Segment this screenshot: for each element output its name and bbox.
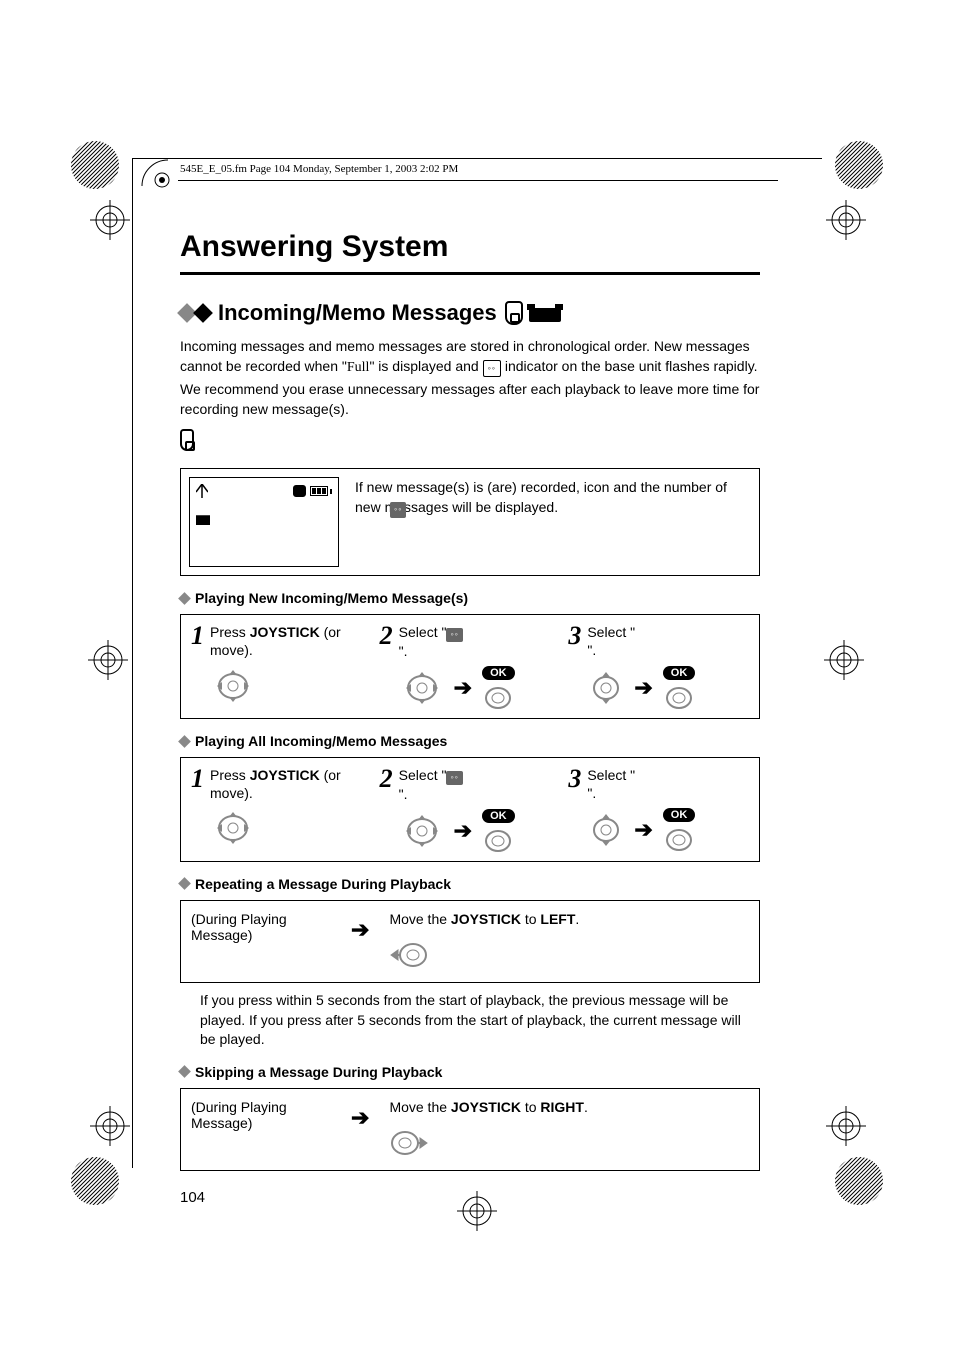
subhead-play-all: Playing All Incoming/Memo Messages: [180, 733, 760, 749]
intro-paragraph: Incoming messages and memo messages are …: [180, 336, 760, 419]
joystick-right-icon: [389, 1129, 429, 1157]
joystick-center-icon: [665, 686, 693, 710]
registration-mark-right-bot: [826, 1106, 866, 1146]
subhead-skip: Skipping a Message During Playback: [180, 1064, 760, 1080]
joystick-icon: [400, 811, 444, 851]
battery-icon: [310, 486, 332, 496]
step2-text: Select "◦◦".: [399, 766, 463, 803]
screen-mockup: [189, 477, 339, 567]
page-title: Answering System: [180, 230, 760, 264]
repeat-instruction: Move the JOYSTICK to LEFT.: [389, 911, 749, 927]
info-box-text: If new message(s) is (are) recorded, ico…: [355, 477, 751, 567]
crop-line-left: [132, 158, 133, 1168]
step3-text: Select "".: [587, 766, 635, 802]
joystick-icon: [400, 668, 444, 708]
tape-icon: ◦◦: [446, 628, 462, 642]
joystick-icon: [211, 808, 255, 848]
step-number-3: 3: [568, 766, 581, 792]
step-number-3: 3: [568, 623, 581, 649]
tape-indicator-icon: ◦◦: [483, 360, 501, 377]
steps-play-new: 1 Press JOYSTICK (or move). 2 Select "◦◦…: [180, 614, 760, 719]
step1-text: Press JOYSTICK (or move).: [210, 766, 372, 802]
arrow-icon: ➔: [351, 1105, 369, 1131]
step1-text: Press JOYSTICK (or move).: [210, 623, 372, 659]
joystick-center-icon: [484, 829, 512, 853]
arrow-icon: ➔: [351, 917, 369, 943]
section-icons: [505, 301, 563, 325]
antenna-icon: [196, 484, 208, 498]
registration-mark-left2: [90, 1106, 130, 1146]
repeat-box: (During Playing Message) ➔ Move the JOYS…: [180, 900, 760, 983]
joystick-updown-icon: [588, 668, 624, 708]
repeat-note: If you press within 5 seconds from the s…: [200, 991, 760, 1050]
crop-line-top: [132, 158, 822, 159]
arrow-icon: ➔: [634, 817, 652, 843]
during-playing-label: (During Playing Message): [191, 911, 331, 943]
subhead-repeat: Repeating a Message During Playback: [180, 876, 760, 892]
section-title: Incoming/Memo Messages: [218, 300, 497, 326]
ok-button-label: OK: [663, 808, 696, 822]
handset-icon-small: [180, 429, 194, 451]
handset-icon: [505, 301, 523, 325]
tape-base-icon: [527, 302, 563, 324]
step3-text: Select "".: [587, 623, 635, 659]
steps-play-all: 1 Press JOYSTICK (or move). 2 Select "◦◦…: [180, 757, 760, 862]
joystick-center-icon: [484, 686, 512, 710]
ok-button-label: OK: [663, 666, 696, 680]
registration-hatched-bl: [70, 1156, 120, 1206]
title-rule: [180, 272, 760, 275]
step2-text: Select "◦◦".: [399, 623, 463, 660]
corner-arc-icon: [140, 158, 170, 188]
step-number-2: 2: [380, 766, 393, 792]
tape-icon-inline: ◦◦: [390, 502, 406, 517]
tape-icon: ◦◦: [446, 771, 462, 785]
registration-hatched-br: [834, 1156, 884, 1206]
registration-hatched-tl: [70, 140, 120, 190]
registration-mark-right: [824, 640, 864, 680]
ok-button-label: OK: [482, 666, 515, 680]
step-number-2: 2: [380, 623, 393, 649]
step-number-1: 1: [191, 766, 204, 792]
registration-hatched-tr: [834, 140, 884, 190]
subhead-play-new: Playing New Incoming/Memo Message(s): [180, 590, 760, 606]
skip-box: (During Playing Message) ➔ Move the JOYS…: [180, 1088, 760, 1171]
registration-mark-left: [90, 200, 130, 240]
page-number: 104: [180, 1189, 760, 1206]
registration-mark-left-mid: [88, 640, 128, 680]
arrow-icon: ➔: [454, 818, 472, 844]
new-message-info-box: If new message(s) is (are) recorded, ico…: [180, 468, 760, 576]
arrow-icon: ➔: [634, 675, 652, 701]
ok-button-label: OK: [482, 809, 515, 823]
joystick-left-icon: [389, 941, 429, 969]
registration-mark-right-top: [826, 200, 866, 240]
joystick-icon: [211, 666, 255, 706]
menu-indicator-icon: [293, 485, 306, 497]
step-number-1: 1: [191, 623, 204, 649]
during-playing-label: (During Playing Message): [191, 1099, 331, 1131]
joystick-updown-icon: [588, 810, 624, 850]
arrow-icon: ➔: [454, 675, 472, 701]
envelope-icon: [196, 515, 210, 525]
joystick-center-icon: [665, 828, 693, 852]
section-bullets: [180, 306, 210, 320]
skip-instruction: Move the JOYSTICK to RIGHT.: [389, 1099, 749, 1115]
